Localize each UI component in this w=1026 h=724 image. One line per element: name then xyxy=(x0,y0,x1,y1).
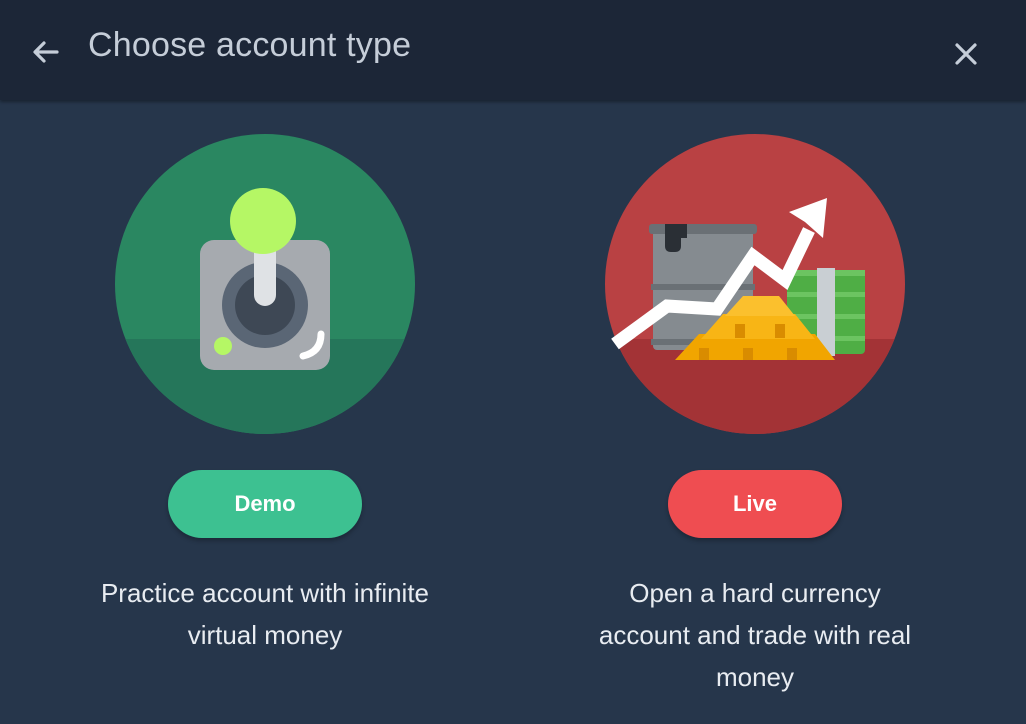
demo-button[interactable]: Demo xyxy=(168,470,362,538)
rising-chart-assets-icon xyxy=(605,134,905,434)
demo-description: Practice account with infinite virtual m… xyxy=(100,578,430,650)
close-button[interactable] xyxy=(950,38,982,70)
page-title: Choose account type xyxy=(88,26,412,64)
header-bar: Choose account type xyxy=(0,0,1026,100)
back-button[interactable] xyxy=(30,36,62,68)
demo-account-card[interactable]: Demo Practice account with infinite virt… xyxy=(95,134,435,650)
live-description: Open a hard currency account and trade w… xyxy=(598,578,912,692)
live-button[interactable]: Live xyxy=(668,470,842,538)
live-account-card[interactable]: Live Open a hard currency account and tr… xyxy=(585,134,925,692)
arrow-left-icon xyxy=(33,41,59,63)
close-icon xyxy=(955,43,977,65)
joystick-icon xyxy=(115,134,415,434)
